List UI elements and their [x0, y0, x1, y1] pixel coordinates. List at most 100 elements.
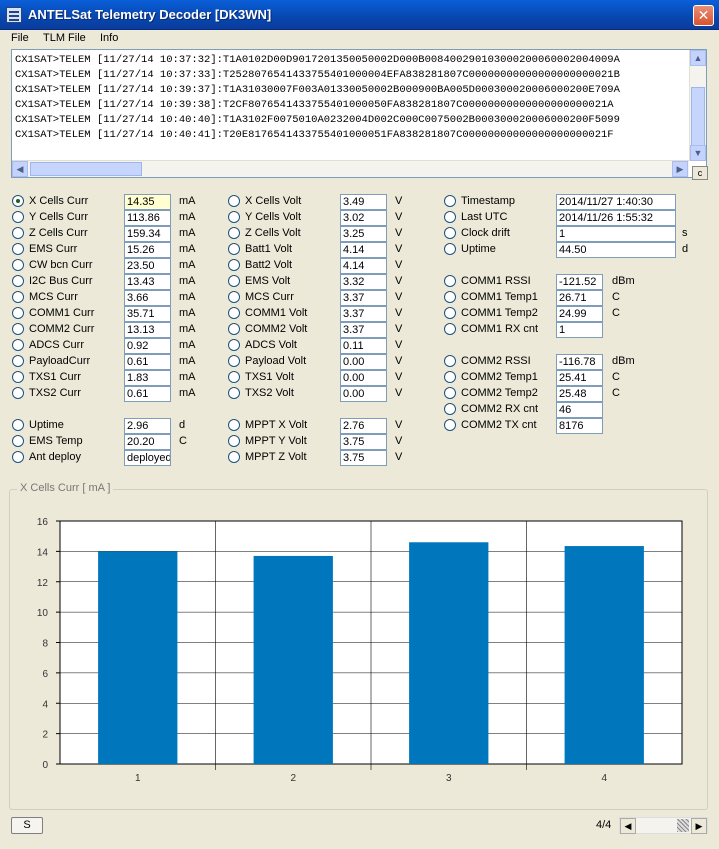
page-left-icon[interactable]: ◀: [620, 818, 636, 834]
page-right-icon[interactable]: ▶: [691, 818, 707, 834]
radio-comm2-temp1[interactable]: [444, 371, 456, 383]
log-horizontal-scrollbar[interactable]: ◀ ▶: [12, 160, 689, 177]
radio-txs1-volt[interactable]: [228, 371, 240, 383]
radio-txs1-curr[interactable]: [12, 371, 24, 383]
radio-comm1-curr[interactable]: [12, 307, 24, 319]
unit-txs1-curr: mA: [179, 371, 196, 383]
label-ems-curr: EMS Curr: [29, 243, 78, 255]
value-comm1-rx-cnt: 1: [556, 322, 603, 338]
radio-x-cells-volt[interactable]: [228, 195, 240, 207]
label-ems-temp: EMS Temp: [29, 435, 83, 447]
value-uptime: 2.96: [124, 418, 171, 434]
radio-last-utc[interactable]: [444, 211, 456, 223]
radio-comm1-rssi[interactable]: [444, 275, 456, 287]
log-line: CX1SAT>TELEM [11/27/14 10:40:40]:T1A3102…: [15, 114, 620, 126]
scroll-thumb[interactable]: [30, 162, 142, 176]
radio-payload-volt[interactable]: [228, 355, 240, 367]
page-thumb[interactable]: [677, 819, 689, 832]
s-button[interactable]: S: [11, 817, 43, 834]
radio-txs2-curr[interactable]: [12, 387, 24, 399]
radio-mcs-curr[interactable]: [228, 291, 240, 303]
radio-comm2-tx-cnt[interactable]: [444, 419, 456, 431]
unit-payload-volt: V: [395, 355, 403, 367]
scroll-up-icon[interactable]: ▲: [690, 50, 706, 66]
radio-z-cells-curr[interactable]: [12, 227, 24, 239]
radio-mppt-z-volt[interactable]: [228, 451, 240, 463]
close-button[interactable]: ✕: [693, 5, 714, 26]
radio-comm2-rx-cnt[interactable]: [444, 403, 456, 415]
unit-adcs-volt: V: [395, 339, 403, 351]
unit-ems-volt: V: [395, 275, 403, 287]
radio-comm1-temp1[interactable]: [444, 291, 456, 303]
page-scrollbar[interactable]: ◀ ▶: [619, 817, 708, 834]
bar: [564, 546, 644, 764]
radio-adcs-curr[interactable]: [12, 339, 24, 351]
page-indicator: 4/4: [596, 819, 612, 831]
scroll-right-icon[interactable]: ▶: [672, 161, 688, 177]
radio-ant-deploy[interactable]: [12, 451, 24, 463]
unit-cw-bcn-curr: mA: [179, 259, 196, 271]
label-batt2-volt: Batt2 Volt: [245, 259, 293, 271]
radio-payloadcurr[interactable]: [12, 355, 24, 367]
radio-comm2-curr[interactable]: [12, 323, 24, 335]
radio-txs2-volt[interactable]: [228, 387, 240, 399]
radio-cw-bcn-curr[interactable]: [12, 259, 24, 271]
radio-y-cells-volt[interactable]: [228, 211, 240, 223]
radio-comm1-temp2[interactable]: [444, 307, 456, 319]
radio-y-cells-curr[interactable]: [12, 211, 24, 223]
value-comm2-tx-cnt: 8176: [556, 418, 603, 434]
radio-timestamp[interactable]: [444, 195, 456, 207]
label-clock-drift: Clock drift: [461, 227, 510, 239]
menu-file[interactable]: File: [11, 32, 29, 44]
unit-comm1-temp2: C: [612, 307, 620, 319]
y-tick-label: 14: [37, 547, 49, 558]
clear-button[interactable]: c: [692, 166, 708, 180]
unit-z-cells-volt: V: [395, 227, 403, 239]
radio-mppt-y-volt[interactable]: [228, 435, 240, 447]
unit-mcs-curr: V: [395, 291, 403, 303]
unit-txs2-curr: mA: [179, 387, 196, 399]
radio-comm2-temp2[interactable]: [444, 387, 456, 399]
radio-ems-curr[interactable]: [12, 243, 24, 255]
radio-clock-drift[interactable]: [444, 227, 456, 239]
x-tick-label: 2: [290, 773, 296, 784]
unit-txs2-volt: V: [395, 387, 403, 399]
radio-comm2-volt[interactable]: [228, 323, 240, 335]
radio-batt2-volt[interactable]: [228, 259, 240, 271]
log-vertical-scrollbar[interactable]: ▲ ▼: [689, 50, 706, 161]
radio-z-cells-volt[interactable]: [228, 227, 240, 239]
radio-mcs-curr[interactable]: [12, 291, 24, 303]
scroll-thumb[interactable]: [691, 87, 705, 147]
radio-ems-volt[interactable]: [228, 275, 240, 287]
value-adcs-curr: 0.92: [124, 338, 171, 354]
radio-uptime[interactable]: [444, 243, 456, 255]
value-mppt-y-volt: 3.75: [340, 434, 387, 450]
radio-ems-temp[interactable]: [12, 435, 24, 447]
label-y-cells-volt: Y Cells Volt: [245, 211, 302, 223]
value-comm2-curr: 13.13: [124, 322, 171, 338]
menu-tlm-file[interactable]: TLM File: [43, 32, 86, 44]
label-batt1-volt: Batt1 Volt: [245, 243, 293, 255]
radio-x-cells-curr[interactable]: [12, 195, 24, 207]
telemetry-log[interactable]: CX1SAT>TELEM [11/27/14 10:37:32]:T1A0102…: [11, 49, 707, 178]
label-ems-volt: EMS Volt: [245, 275, 291, 287]
unit-comm1-curr: mA: [179, 307, 196, 319]
label-comm2-tx-cnt: COMM2 TX cnt: [461, 419, 537, 431]
radio-comm1-rx-cnt[interactable]: [444, 323, 456, 335]
radio-batt1-volt[interactable]: [228, 243, 240, 255]
menu-info[interactable]: Info: [100, 32, 118, 44]
radio-comm1-volt[interactable]: [228, 307, 240, 319]
radio-uptime[interactable]: [12, 419, 24, 431]
radio-mppt-x-volt[interactable]: [228, 419, 240, 431]
radio-adcs-volt[interactable]: [228, 339, 240, 351]
label-cw-bcn-curr: CW bcn Curr: [29, 259, 93, 271]
unit-ems-temp: C: [179, 435, 187, 447]
radio-comm2-rssi[interactable]: [444, 355, 456, 367]
radio-i2c-bus-curr[interactable]: [12, 275, 24, 287]
x-tick-label: 4: [601, 773, 607, 784]
scroll-left-icon[interactable]: ◀: [12, 161, 28, 177]
scroll-down-icon[interactable]: ▼: [690, 145, 706, 161]
value-ems-temp: 20.20: [124, 434, 171, 450]
unit-y-cells-volt: V: [395, 211, 403, 223]
value-txs1-curr: 1.83: [124, 370, 171, 386]
